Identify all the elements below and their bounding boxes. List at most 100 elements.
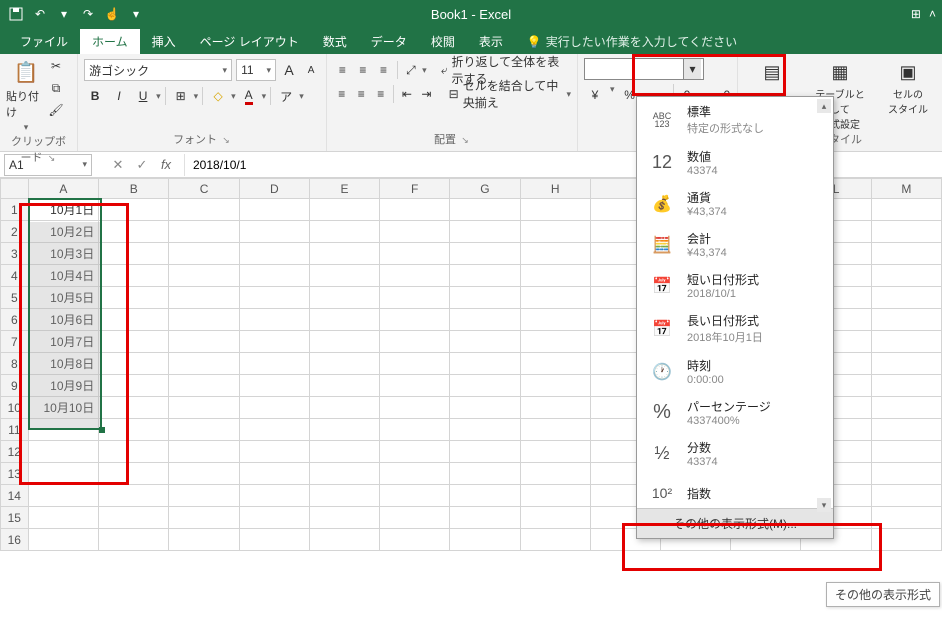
align-center-icon[interactable]: ≡	[353, 83, 370, 105]
cell[interactable]	[309, 419, 379, 441]
cell[interactable]	[871, 221, 941, 243]
cell[interactable]: 10月2日	[28, 221, 99, 243]
row-header[interactable]: 14	[1, 485, 29, 507]
accounting-format-button[interactable]: ¥	[584, 84, 606, 106]
row-header[interactable]: 4	[1, 265, 29, 287]
cell[interactable]	[309, 375, 379, 397]
shrink-font-icon[interactable]: A	[302, 60, 320, 80]
cell[interactable]	[239, 331, 309, 353]
tab-file[interactable]: ファイル	[8, 29, 80, 54]
row-header[interactable]: 11	[1, 419, 29, 441]
cell[interactable]	[28, 419, 99, 441]
cell[interactable]	[520, 507, 590, 529]
chevron-down-icon[interactable]: ▾	[156, 91, 161, 102]
cell[interactable]	[871, 265, 941, 287]
chevron-down-icon[interactable]: ▾	[299, 91, 304, 102]
chevron-down-icon[interactable]: ▾	[610, 84, 615, 106]
cell[interactable]	[239, 243, 309, 265]
cell[interactable]	[871, 331, 941, 353]
cell[interactable]	[239, 529, 309, 551]
cell[interactable]	[239, 463, 309, 485]
cell[interactable]	[520, 529, 590, 551]
cell[interactable]	[871, 353, 941, 375]
cell[interactable]	[99, 199, 169, 221]
tab-data[interactable]: データ	[359, 29, 419, 54]
cell[interactable]	[520, 199, 590, 221]
cell[interactable]	[871, 529, 941, 551]
tab-insert[interactable]: 挿入	[140, 29, 188, 54]
cell[interactable]	[520, 287, 590, 309]
cell[interactable]	[309, 243, 379, 265]
cell[interactable]	[28, 485, 99, 507]
cell[interactable]	[309, 507, 379, 529]
cell[interactable]	[99, 375, 169, 397]
copy-icon[interactable]: ⧉	[48, 80, 64, 96]
scroll-down-icon[interactable]: ▾	[817, 498, 831, 512]
cell[interactable]	[380, 485, 450, 507]
col-header[interactable]: H	[520, 179, 590, 199]
cell[interactable]	[239, 485, 309, 507]
format-option-shortdate[interactable]: 📅 短い日付形式2018/10/1	[637, 265, 833, 306]
undo-icon[interactable]: ↶	[32, 6, 48, 22]
format-option-general[interactable]: ABC123 標準特定の形式なし	[637, 97, 833, 142]
format-painter-icon[interactable]: 🖌	[48, 102, 64, 118]
row-header[interactable]: 15	[1, 507, 29, 529]
cell[interactable]	[169, 287, 239, 309]
cell[interactable]	[28, 463, 99, 485]
chevron-down-icon[interactable]: ▾	[194, 91, 199, 102]
font-size-combo[interactable]: 11▾	[236, 59, 276, 81]
row-header[interactable]: 7	[1, 331, 29, 353]
cell[interactable]	[871, 419, 941, 441]
cell[interactable]	[309, 287, 379, 309]
format-option-percent[interactable]: % パーセンテージ4337400%	[637, 392, 833, 433]
bold-button[interactable]: B	[84, 85, 106, 107]
cell[interactable]	[380, 243, 450, 265]
number-format-combo[interactable]: ▾	[584, 58, 704, 80]
format-option-accounting[interactable]: 🧮 会計¥43,374	[637, 224, 833, 265]
format-option-time[interactable]: 🕐 時刻0:00:00	[637, 351, 833, 392]
cancel-icon[interactable]: ✕	[106, 154, 130, 176]
cell[interactable]	[169, 507, 239, 529]
cell[interactable]	[380, 507, 450, 529]
row-header[interactable]: 8	[1, 353, 29, 375]
phonetic-button[interactable]: ア	[275, 85, 297, 107]
row-header[interactable]: 5	[1, 287, 29, 309]
cell[interactable]	[380, 287, 450, 309]
fx-button[interactable]: fx	[154, 154, 178, 176]
cell[interactable]: 10月5日	[28, 287, 99, 309]
cell[interactable]	[450, 331, 520, 353]
cell[interactable]	[520, 441, 590, 463]
cell[interactable]	[169, 441, 239, 463]
cell[interactable]	[169, 397, 239, 419]
cell[interactable]	[450, 441, 520, 463]
cell[interactable]	[380, 331, 450, 353]
cell[interactable]	[520, 265, 590, 287]
cell[interactable]	[380, 265, 450, 287]
cell[interactable]	[99, 353, 169, 375]
cell[interactable]	[520, 331, 590, 353]
dialog-launcher-icon[interactable]: ↘	[221, 135, 231, 145]
cell[interactable]	[871, 243, 941, 265]
cell[interactable]: 10月1日	[28, 199, 99, 221]
cell[interactable]	[450, 463, 520, 485]
cell[interactable]	[99, 265, 169, 287]
redo-icon[interactable]: ↷	[80, 6, 96, 22]
cell[interactable]	[871, 375, 941, 397]
cell[interactable]	[871, 463, 941, 485]
cell[interactable]	[99, 221, 169, 243]
cell[interactable]	[169, 485, 239, 507]
cell[interactable]	[450, 485, 520, 507]
cell[interactable]	[169, 529, 239, 551]
cell[interactable]	[239, 287, 309, 309]
cell[interactable]	[309, 199, 379, 221]
cell[interactable]	[871, 309, 941, 331]
cell[interactable]	[450, 265, 520, 287]
cut-icon[interactable]: ✂	[48, 58, 64, 74]
cell[interactable]: 10月3日	[28, 243, 99, 265]
align-top-icon[interactable]: ≡	[333, 59, 352, 81]
cell[interactable]	[520, 353, 590, 375]
touch-mode-icon[interactable]: ☝	[104, 6, 120, 22]
tab-view[interactable]: 表示	[467, 29, 515, 54]
cell[interactable]	[450, 419, 520, 441]
cell[interactable]	[169, 265, 239, 287]
